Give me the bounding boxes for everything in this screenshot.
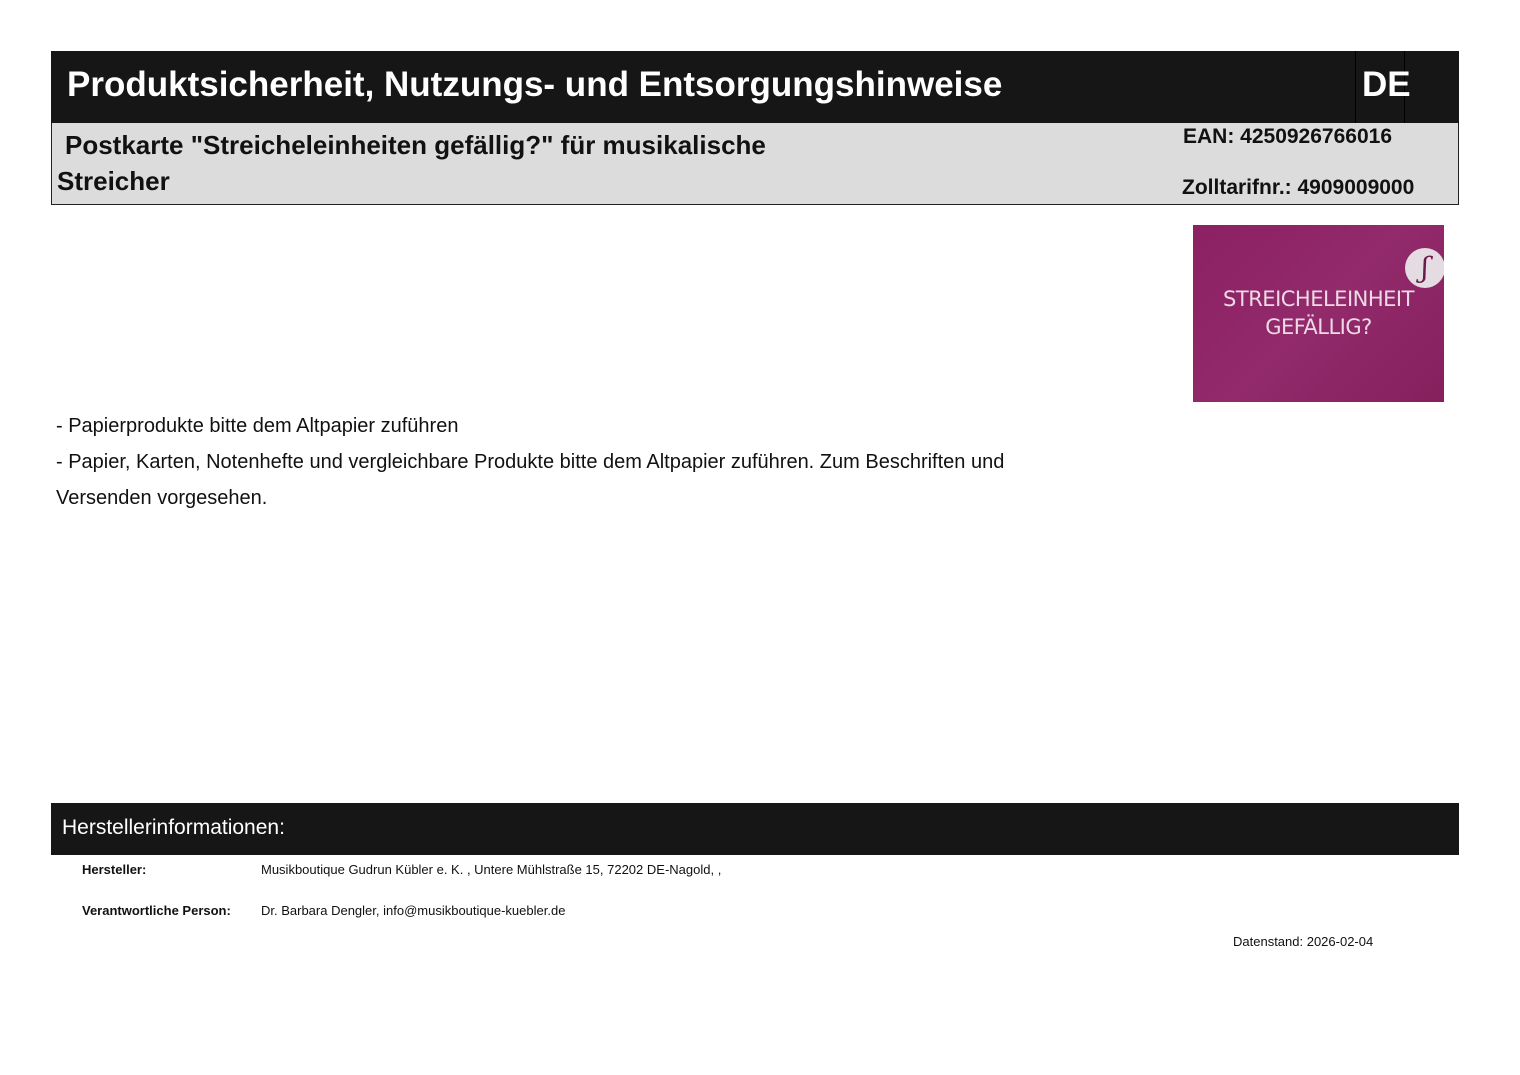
card-text-line-1: STREICHELEINHEIT	[1223, 287, 1414, 311]
manufacturer-section-header: Herstellerinformationen:	[51, 803, 1459, 855]
responsible-person-label: Verantwortliche Person:	[82, 903, 231, 918]
language-box: DE	[1355, 51, 1411, 123]
language-code: DE	[1362, 65, 1411, 104]
product-name: Postkarte "Streicheleinheiten gefällig?"…	[57, 130, 766, 196]
page-title: Produktsicherheit, Nutzungs- und Entsorg…	[67, 65, 1003, 104]
manufacturer-row: Hersteller: Musikboutique Gudrun Kübler e…	[82, 862, 721, 877]
manufacturer-section-title: Herstellerinformationen:	[62, 816, 285, 839]
manufacturer-label: Hersteller:	[82, 862, 147, 877]
manufacturer-value: Musikboutique Gudrun Kübler e. K. , Unte…	[261, 862, 722, 877]
header-bar: Produktsicherheit, Nutzungs- und Entsorg…	[51, 51, 1459, 123]
note-line: - Papier, Karten, Notenhefte und verglei…	[56, 451, 1005, 509]
ean-number: EAN: 4250926766016	[1183, 125, 1392, 148]
customs-tariff-number: Zolltarifnr.: 4909009000	[1182, 176, 1415, 199]
note-line: - Papierprodukte bitte dem Altpapier zuf…	[56, 415, 459, 437]
card-text-line-2: GEFÄLLIG?	[1265, 315, 1372, 339]
card-text: STREICHELEINHEIT GEFÄLLIG?	[1193, 285, 1444, 341]
responsible-person-row: Verantwortliche Person: Dr. Barbara Dengl…	[82, 903, 565, 918]
data-date-stamp: Datenstand: 2026-02-04	[1233, 934, 1374, 949]
responsible-person-value: Dr. Barbara Dengler, info@musikboutique-…	[261, 903, 566, 918]
product-image: ʃ STREICHELEINHEIT GEFÄLLIG?	[1193, 225, 1444, 402]
product-info-band: Postkarte "Streicheleinheiten gefällig?"…	[51, 123, 1459, 205]
logo-badge-icon: ʃ	[1405, 248, 1444, 288]
disposal-notes: - Papierprodukte bitte dem Altpapier zuf…	[56, 408, 1056, 516]
